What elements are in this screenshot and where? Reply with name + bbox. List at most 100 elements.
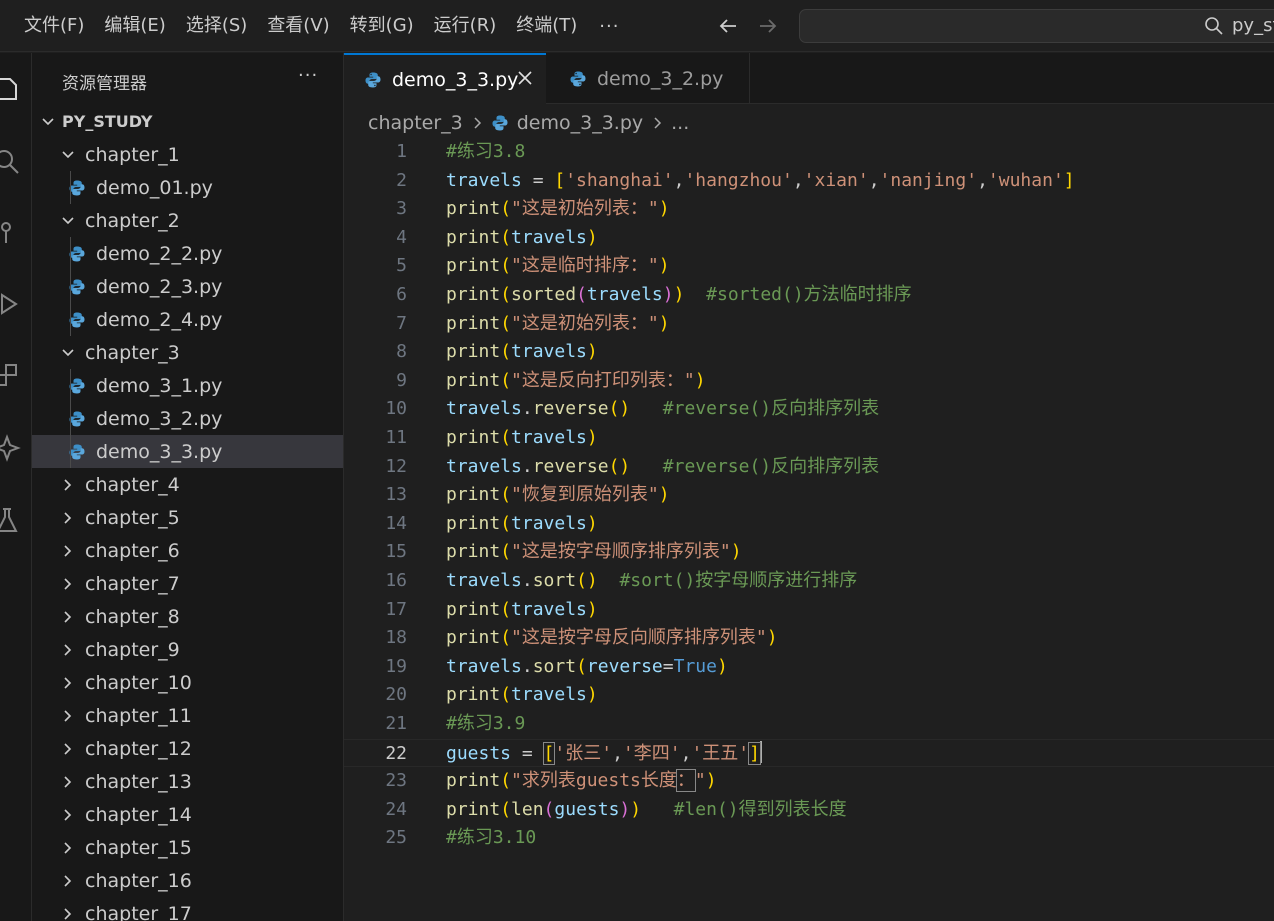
tree-file[interactable]: demo_2_3.py: [32, 270, 343, 303]
tree-file[interactable]: demo_01.py: [32, 171, 343, 204]
run-debug-icon[interactable]: [0, 289, 22, 319]
code-line[interactable]: 9 print("这是反向打印列表："): [344, 367, 1274, 396]
menu-file[interactable]: 文件(F): [14, 8, 94, 44]
tree-item-label: demo_2_2.py: [96, 242, 223, 265]
code-editor[interactable]: 1 #练习3.8 2 travels = ['shanghai','hangzhou'…: [344, 138, 1274, 921]
breadcrumb-file[interactable]: demo_3_3.py: [517, 112, 643, 134]
tree-folder[interactable]: chapter_7: [32, 567, 343, 600]
copilot-icon[interactable]: [0, 433, 22, 463]
code-line[interactable]: 16 travels.sort() #sort()按字母顺序进行排序: [344, 567, 1274, 596]
code-line[interactable]: 20 print(travels): [344, 681, 1274, 710]
code-line[interactable]: 13 print("恢复到原始列表"): [344, 481, 1274, 510]
tree-item-label: chapter_10: [85, 671, 192, 694]
code-line[interactable]: 22 guests = ['张三','李四','王五']: [344, 738, 1274, 768]
tree-folder[interactable]: chapter_16: [32, 864, 343, 897]
code-token: reverse: [586, 655, 663, 677]
code-token: ,: [868, 169, 880, 191]
code-token: 'wuhan': [987, 169, 1064, 191]
menu-run[interactable]: 运行(R): [424, 8, 507, 44]
tree-root[interactable]: PY_STUDY: [32, 105, 343, 138]
code-token: 'shanghai': [565, 169, 674, 191]
tree-file[interactable]: demo_3_3.py: [32, 435, 343, 468]
code-token: #sorted()方法临时排序: [706, 284, 912, 305]
code-line[interactable]: 8 print(travels): [344, 338, 1274, 367]
tree-file[interactable]: demo_3_1.py: [32, 369, 343, 402]
tree-folder[interactable]: chapter_3: [32, 336, 343, 369]
code-token: ): [662, 284, 674, 305]
code-line[interactable]: 3 print("这是初始列表："): [344, 195, 1274, 224]
breadcrumb-more[interactable]: ...: [671, 112, 689, 134]
code-token: print: [446, 512, 501, 534]
code-line[interactable]: 11 print(travels): [344, 424, 1274, 453]
code-text: print(travels): [446, 510, 598, 538]
code-line[interactable]: 10 travels.reverse() #reverse()反向排序列表: [344, 395, 1274, 424]
code-line[interactable]: 1 #练习3.8: [344, 138, 1274, 167]
tree-file[interactable]: demo_3_2.py: [32, 402, 343, 435]
menu-edit[interactable]: 编辑(E): [94, 8, 175, 44]
code-line[interactable]: 18 print("这是按字母反向顺序排序列表"): [344, 624, 1274, 653]
tree-folder[interactable]: chapter_15: [32, 831, 343, 864]
code-line[interactable]: 15 print("这是按字母顺序排序列表"): [344, 538, 1274, 567]
tree-item-label: demo_2_4.py: [96, 308, 223, 331]
code-line[interactable]: 23 print("求列表guests长度："): [344, 767, 1274, 796]
code-line[interactable]: 5 print("这是临时排序："): [344, 252, 1274, 281]
tree-folder[interactable]: chapter_10: [32, 666, 343, 699]
tree-folder[interactable]: chapter_4: [32, 468, 343, 501]
explorer-more-button[interactable]: ···: [298, 65, 318, 86]
code-line[interactable]: 4 print(travels): [344, 224, 1274, 253]
code-token: print: [446, 598, 501, 620]
code-token: =: [521, 169, 555, 191]
code-line[interactable]: 17 print(travels): [344, 596, 1274, 625]
code-line[interactable]: 19 travels.sort(reverse=True): [344, 653, 1274, 682]
tree-folder[interactable]: chapter_5: [32, 501, 343, 534]
breadcrumb-folder[interactable]: chapter_3: [368, 112, 463, 134]
extensions-icon[interactable]: [0, 361, 22, 391]
tree-file[interactable]: demo_2_2.py: [32, 237, 343, 270]
testing-icon[interactable]: [0, 505, 22, 535]
code-line[interactable]: 2 travels = ['shanghai','hangzhou','xian'…: [344, 167, 1274, 196]
code-token: "这是反向打印列表：": [511, 369, 695, 391]
tree-folder[interactable]: chapter_1: [32, 138, 343, 171]
close-icon[interactable]: [516, 69, 534, 87]
code-token: .: [521, 398, 533, 420]
command-center-search[interactable]: py_study: [799, 9, 1274, 43]
menu-view[interactable]: 查看(V): [257, 8, 339, 44]
code-line[interactable]: 21 #练习3.9: [344, 710, 1274, 739]
code-line[interactable]: 24 print(len(guests)) #len()得到列表长度: [344, 796, 1274, 825]
menu-terminal[interactable]: 终端(T): [506, 8, 587, 44]
tab-demo-3-2[interactable]: demo_3_2.py: [547, 53, 750, 104]
source-control-icon[interactable]: [0, 217, 22, 247]
breadcrumb: chapter_3 demo_3_3.py ...: [368, 108, 689, 138]
code-line[interactable]: 25 #练习3.10: [344, 824, 1274, 853]
tree-folder[interactable]: chapter_12: [32, 732, 343, 765]
code-token: print: [446, 312, 501, 334]
forward-arrow-icon[interactable]: [752, 10, 784, 42]
tree-folder[interactable]: chapter_2: [32, 204, 343, 237]
menu-go[interactable]: 转到(G): [340, 8, 424, 44]
code-token: ): [619, 798, 631, 820]
code-line[interactable]: 14 print(travels): [344, 510, 1274, 539]
indent-guide: [70, 171, 71, 204]
tree-folder[interactable]: chapter_8: [32, 600, 343, 633]
menu-more-button[interactable]: ···: [587, 16, 631, 37]
code-line[interactable]: 12 travels.reverse() #reverse()反向排序列表: [344, 453, 1274, 482]
code-line[interactable]: 6 print(sorted(travels)) #sorted()方法临时排序: [344, 281, 1274, 310]
tree-folder[interactable]: chapter_11: [32, 699, 343, 732]
explorer-icon[interactable]: [0, 73, 22, 103]
search-icon[interactable]: [0, 147, 22, 177]
code-text: #练习3.9: [446, 710, 525, 738]
tree-folder[interactable]: chapter_9: [32, 633, 343, 666]
tree-folder[interactable]: chapter_13: [32, 765, 343, 798]
tree-folder[interactable]: chapter_17: [32, 897, 343, 921]
back-arrow-icon[interactable]: [712, 10, 744, 42]
chevron-right-icon: [64, 610, 72, 623]
code-token: sorted: [511, 284, 577, 305]
tree-folder[interactable]: chapter_6: [32, 534, 343, 567]
tree-file[interactable]: demo_2_4.py: [32, 303, 343, 336]
tab-demo-3-3[interactable]: demo_3_3.py: [344, 53, 546, 104]
tree-item-label: chapter_7: [85, 572, 180, 595]
menu-selection[interactable]: 选择(S): [176, 8, 257, 44]
tree-folder[interactable]: chapter_14: [32, 798, 343, 831]
code-line[interactable]: 7 print("这是初始列表："): [344, 310, 1274, 339]
